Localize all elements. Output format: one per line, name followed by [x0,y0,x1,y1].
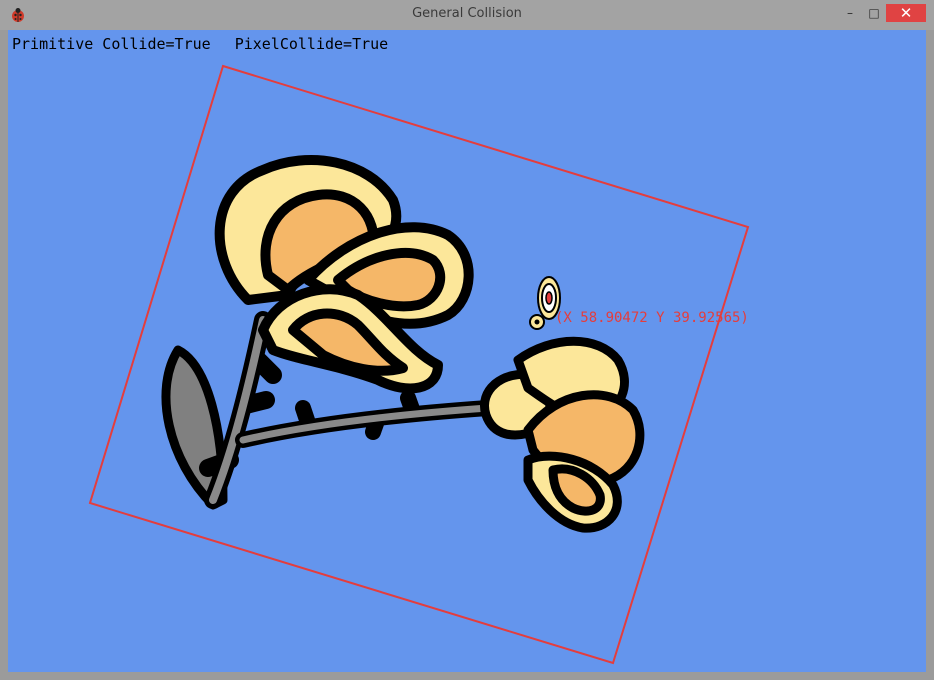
minimize-button[interactable]: – [836,4,864,22]
cursor-coordinates: (X 58.90472 Y 39.92565) [555,310,749,326]
app-window: General Collision – □ ✕ (X 58.90472 Y 39… [0,0,934,680]
small-flower [480,336,645,533]
window-title: General Collision [412,6,522,21]
game-viewport[interactable]: (X 58.90472 Y 39.92565) Primitive Collid… [8,30,926,672]
pixel-collide-status: PixelCollide=True [234,35,389,53]
primitive-collide-status: Primitive Collide=True [12,35,211,53]
minimize-icon: – [847,6,853,20]
close-button[interactable]: ✕ [886,4,926,22]
close-icon: ✕ [899,4,913,22]
maximize-button[interactable]: □ [862,4,886,22]
collision-status: Primitive Collide=True PixelCollide=True [12,35,412,53]
title-bar[interactable]: General Collision – □ ✕ [0,0,934,30]
maximize-icon: □ [868,6,880,20]
collision-scene: (X 58.90472 Y 39.92565) [88,64,750,665]
